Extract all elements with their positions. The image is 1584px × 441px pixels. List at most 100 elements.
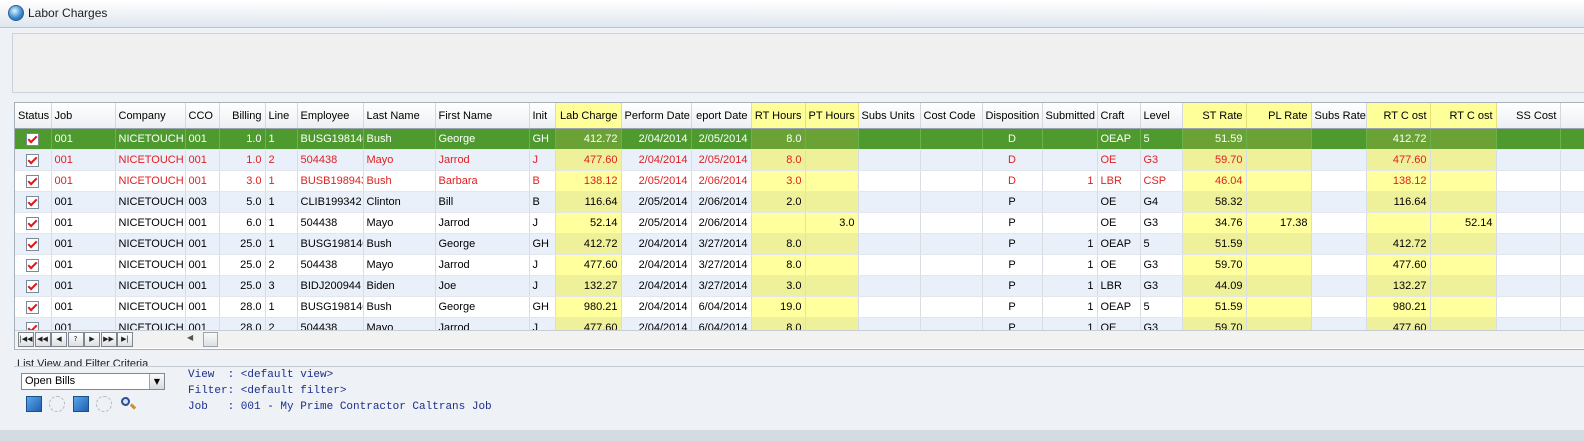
status-checkbox[interactable]	[26, 258, 40, 272]
cell-billing[interactable]: 25.0	[219, 275, 266, 297]
cell-lab-charge[interactable]: 116.64	[555, 191, 622, 213]
cell-billing[interactable]: 28.0	[219, 296, 266, 318]
refresh-icon[interactable]	[49, 396, 65, 412]
status-cell[interactable]	[15, 275, 52, 297]
cell-rt-cost2[interactable]	[1430, 296, 1497, 318]
cell-pt-hours[interactable]: 3.0	[805, 212, 859, 234]
cell-craft[interactable]: OE	[1097, 254, 1141, 276]
cell-extra[interactable]	[1560, 128, 1584, 150]
column-header-cco[interactable]: CCO	[185, 103, 220, 129]
cell-line[interactable]: 2	[265, 254, 298, 276]
cell-employee[interactable]: BUSG198140	[297, 128, 364, 150]
status-checkbox[interactable]	[26, 153, 40, 167]
cell-job[interactable]: 001	[51, 275, 116, 297]
cell-perform-date[interactable]: 2/04/2014	[621, 233, 692, 255]
cell-lab-charge[interactable]: 132.27	[555, 275, 622, 297]
column-header-ss-cost[interactable]: SS Cost	[1496, 103, 1561, 129]
cell-last[interactable]: Mayo	[363, 212, 436, 234]
cell-rt-cost2[interactable]	[1430, 191, 1497, 213]
cell-subs-units[interactable]	[858, 149, 921, 171]
cell-cost-code[interactable]	[920, 254, 983, 276]
cell-rt-cost[interactable]: 116.64	[1366, 191, 1431, 213]
chevron-down-icon[interactable]: ▼	[149, 374, 164, 389]
cell-report-date[interactable]: 3/27/2014	[691, 233, 752, 255]
cell-craft[interactable]: OEAP	[1097, 296, 1141, 318]
cell-line[interactable]: 1	[265, 233, 298, 255]
table-row[interactable]: 001 NICETOUCH 001 6.0 1 504438 Mayo Jarrod J 52.1…	[15, 212, 1584, 234]
column-header-rt-cost[interactable]: RT C ost	[1366, 103, 1431, 129]
cell-init[interactable]: J	[529, 212, 556, 234]
column-header-cost-code[interactable]: Cost Code	[920, 103, 983, 129]
column-header-level[interactable]: Level	[1140, 103, 1183, 129]
status-checkbox[interactable]	[26, 195, 40, 209]
table-row[interactable]: 001 NICETOUCH 001 25.0 2 504438 Mayo Jarrod J 477…	[15, 254, 1584, 276]
cell-st-rate[interactable]: 59.70	[1182, 254, 1247, 276]
cell-init[interactable]: J	[529, 254, 556, 276]
cell-job[interactable]: 001	[51, 149, 116, 171]
cell-level[interactable]: 5	[1140, 296, 1183, 318]
cell-job[interactable]: 001	[51, 191, 116, 213]
column-header-pl-rate[interactable]: PL Rate	[1246, 103, 1312, 129]
cell-lab-charge[interactable]: 138.12	[555, 170, 622, 192]
cell-init[interactable]: GH	[529, 296, 556, 318]
cell-level[interactable]: 5	[1140, 233, 1183, 255]
cell-first[interactable]: George	[435, 233, 530, 255]
cell-extra[interactable]	[1560, 296, 1584, 318]
status-cell[interactable]	[15, 233, 52, 255]
cell-job[interactable]: 001	[51, 170, 116, 192]
table-row[interactable]: 001 NICETOUCH 001 25.0 1 BUSG198140 Bush George…	[15, 233, 1584, 255]
cell-last[interactable]: Bush	[363, 233, 436, 255]
cell-cost-code[interactable]	[920, 170, 983, 192]
cell-rt-cost[interactable]: 980.21	[1366, 296, 1431, 318]
cell-company[interactable]: NICETOUCH	[115, 191, 186, 213]
cell-pl-rate[interactable]	[1246, 254, 1312, 276]
cell-cco[interactable]: 001	[185, 233, 220, 255]
cell-cost-code[interactable]	[920, 128, 983, 150]
cell-cco[interactable]: 001	[185, 275, 220, 297]
cell-pl-rate[interactable]	[1246, 275, 1312, 297]
column-header-lab-charge[interactable]: Lab Charge	[555, 103, 622, 129]
prev-record-button[interactable]: ◀	[51, 332, 67, 347]
column-header-rt-cost2[interactable]: RT C ost	[1430, 103, 1497, 129]
cell-last[interactable]: Bush	[363, 170, 436, 192]
cell-first[interactable]: George	[435, 296, 530, 318]
table-row[interactable]: 001 NICETOUCH 001 28.0 1 BUSG198140 Bush George…	[15, 296, 1584, 318]
cell-rt-cost[interactable]: 412.72	[1366, 128, 1431, 150]
column-header-employee[interactable]: Employee	[297, 103, 364, 129]
cell-disposition[interactable]: D	[982, 170, 1043, 192]
cell-pt-hours[interactable]	[805, 233, 859, 255]
cell-job[interactable]: 001	[51, 212, 116, 234]
cell-pt-hours[interactable]	[805, 296, 859, 318]
status-checkbox[interactable]	[26, 174, 40, 188]
cell-rt-cost[interactable]: 477.60	[1366, 149, 1431, 171]
cell-lab-charge[interactable]: 980.21	[555, 296, 622, 318]
status-checkbox[interactable]	[26, 237, 40, 251]
column-header-st-rate[interactable]: ST Rate	[1182, 103, 1247, 129]
cell-last[interactable]: Biden	[363, 275, 436, 297]
cell-employee[interactable]: 504438	[297, 212, 364, 234]
table-row[interactable]: 001 NICETOUCH 001 1.0 1 BUSG198140 Bush George G…	[15, 128, 1584, 150]
cell-cco[interactable]: 001	[185, 254, 220, 276]
cell-billing[interactable]: 3.0	[219, 170, 266, 192]
cell-last[interactable]: Bush	[363, 128, 436, 150]
cell-company[interactable]: NICETOUCH	[115, 128, 186, 150]
cell-last[interactable]: Mayo	[363, 254, 436, 276]
cell-company[interactable]: NICETOUCH	[115, 254, 186, 276]
cell-level[interactable]: G3	[1140, 212, 1183, 234]
scroll-left-arrow[interactable]: ◀	[187, 333, 193, 342]
list-view-dropdown[interactable]: Open Bills ▼	[21, 373, 165, 390]
cell-rt-hours[interactable]: 8.0	[751, 254, 806, 276]
cell-cco[interactable]: 001	[185, 149, 220, 171]
cell-subs-rate[interactable]	[1311, 254, 1367, 276]
cell-pt-hours[interactable]	[805, 128, 859, 150]
cell-submitted[interactable]: 1	[1042, 275, 1098, 297]
table-row[interactable]: 001 NICETOUCH 001 3.0 1 BUSB198943 Bush Barbara…	[15, 170, 1584, 192]
column-header-submitted[interactable]: Submitted	[1042, 103, 1098, 129]
status-checkbox[interactable]	[26, 132, 40, 146]
cell-subs-units[interactable]	[858, 254, 921, 276]
column-header-billing[interactable]: Billing	[219, 103, 266, 129]
column-header-first[interactable]: First Name	[435, 103, 530, 129]
first-page-button[interactable]: |◀◀	[18, 332, 34, 347]
cell-perform-date[interactable]: 2/05/2014	[621, 170, 692, 192]
cell-line[interactable]: 1	[265, 170, 298, 192]
